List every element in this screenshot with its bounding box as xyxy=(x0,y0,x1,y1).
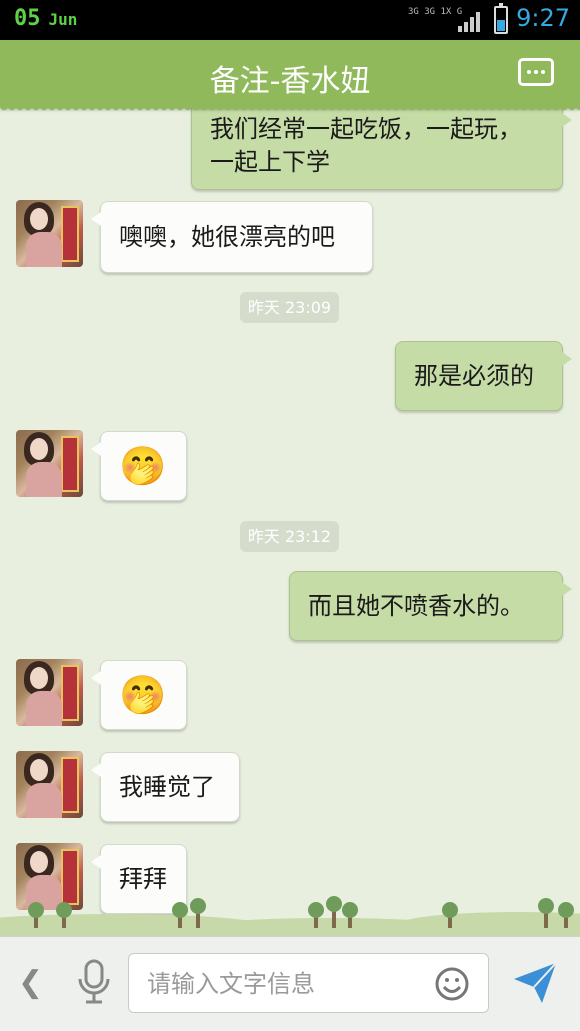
message-input[interactable] xyxy=(147,966,417,1002)
status-date-day: 05 xyxy=(14,6,41,31)
contact-avatar[interactable] xyxy=(16,200,83,267)
message-incoming[interactable]: 我睡觉了 xyxy=(91,752,240,822)
smiley-icon[interactable] xyxy=(434,966,470,1002)
message-incoming[interactable]: 🤭 xyxy=(91,660,187,730)
chat-area[interactable]: 我们经常一起吃饭，一起玩，一起上下学 噢噢，她很漂亮的吧 昨天 23:09 那是… xyxy=(0,108,580,936)
message-text: 我睡觉了 xyxy=(119,773,215,801)
message-outgoing[interactable]: 而且她不喷香水的。 xyxy=(289,571,572,641)
battery-icon xyxy=(494,3,508,34)
message-text: 拜拜 xyxy=(119,865,167,893)
message-incoming[interactable]: 噢噢，她很漂亮的吧 xyxy=(91,201,373,273)
message-text: 而且她不喷香水的。 xyxy=(308,592,524,620)
chat-title: 备注-香水妞 xyxy=(209,64,371,99)
contact-avatar[interactable] xyxy=(16,659,83,726)
message-text: 噢噢，她很漂亮的吧 xyxy=(119,223,335,251)
emoji-shy-icon: 🤭 xyxy=(119,444,167,488)
more-icon[interactable] xyxy=(518,58,554,86)
message-text: 我们经常一起吃饭，一起玩，一起上下学 xyxy=(210,115,522,176)
network-indicator: 3G 3G 1X G xyxy=(408,7,463,17)
status-bar: 05 Jun 3G 3G 1X G 9:27 xyxy=(0,0,580,40)
message-timestamp: 昨天 23:12 xyxy=(240,521,339,552)
microphone-icon[interactable] xyxy=(72,957,116,1007)
signal-icon xyxy=(458,10,484,32)
message-outgoing[interactable]: 那是必须的 xyxy=(395,341,572,411)
message-outgoing[interactable]: 我们经常一起吃饭，一起玩，一起上下学 xyxy=(191,108,572,190)
chevron-left-icon[interactable]: ❮ xyxy=(18,965,43,1000)
background-scenery xyxy=(0,890,580,936)
message-timestamp: 昨天 23:09 xyxy=(240,292,339,323)
status-date: 05 Jun xyxy=(14,6,77,31)
contact-avatar[interactable] xyxy=(16,751,83,818)
status-date-month: Jun xyxy=(48,10,78,29)
contact-avatar[interactable] xyxy=(16,430,83,497)
message-input-box[interactable] xyxy=(128,953,489,1013)
chat-header: 备注-香水妞 xyxy=(0,40,580,113)
status-time: 9:27 xyxy=(516,4,570,32)
emoji-shy-icon: 🤭 xyxy=(119,673,167,717)
send-icon[interactable] xyxy=(512,961,558,1005)
message-text: 那是必须的 xyxy=(414,362,534,390)
message-incoming[interactable]: 🤭 xyxy=(91,431,187,501)
input-bar: ❮ xyxy=(0,936,580,1031)
